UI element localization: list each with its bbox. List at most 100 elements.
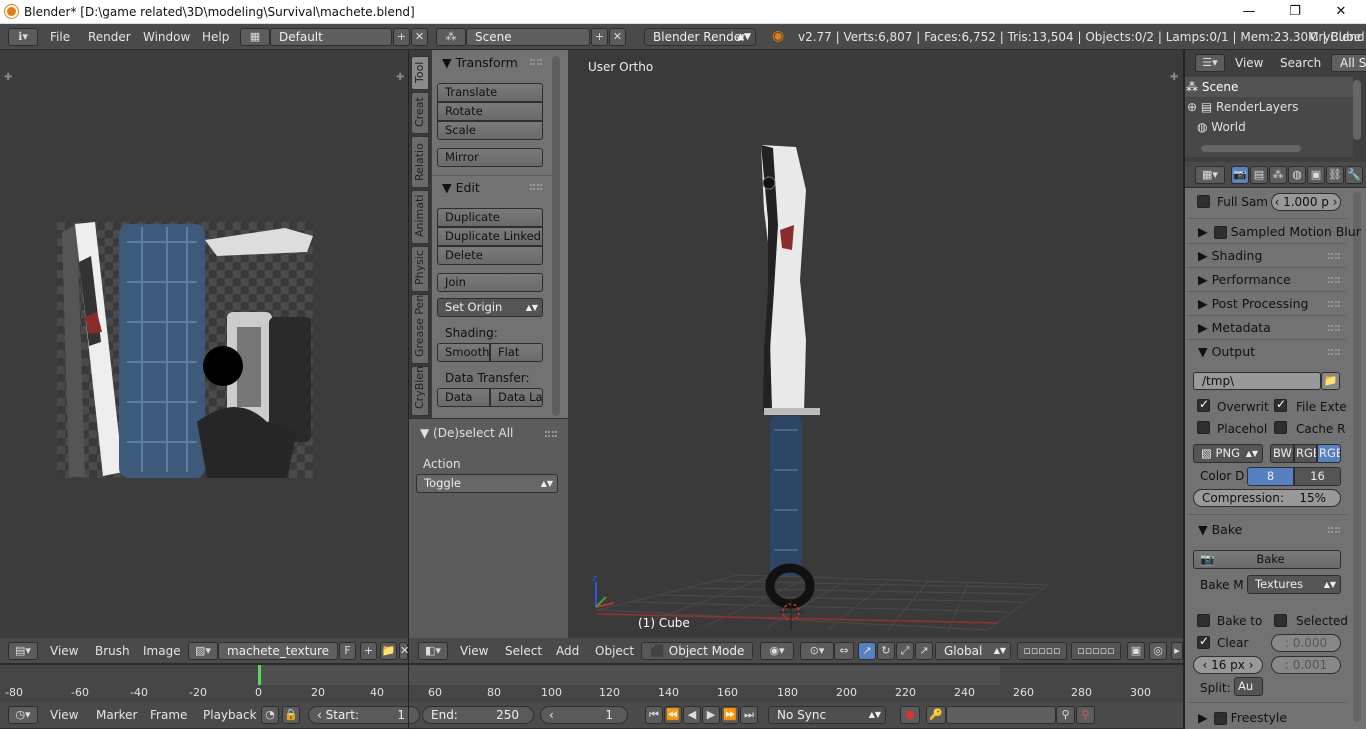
image-menu-view[interactable]: View: [50, 644, 78, 658]
drag-handle-icon[interactable]: [530, 184, 542, 190]
editor-type-outliner-icon[interactable]: ☰▾: [1195, 54, 1225, 72]
play-icon[interactable]: ▶: [702, 706, 720, 724]
image-editor-area[interactable]: ✚ ✚: [0, 50, 408, 638]
shading-mode-icon[interactable]: ◉▾: [760, 642, 794, 660]
duplicate-linked-button[interactable]: Duplicate Linked: [437, 227, 543, 246]
drag-handle-icon[interactable]: [545, 431, 557, 437]
manipulator-toggle-icon[interactable]: ⇔: [834, 642, 854, 660]
smooth-button[interactable]: Smooth: [437, 343, 490, 362]
color-depth-16[interactable]: 16: [1294, 467, 1341, 486]
cache-result-checkbox[interactable]: [1274, 421, 1287, 434]
panel-freestyle[interactable]: ▶ Freestyle: [1198, 710, 1287, 725]
image-name-field[interactable]: machete_texture: [218, 642, 338, 660]
panel-sampled-motion-blur[interactable]: ▶ Sampled Motion Blur: [1198, 224, 1361, 239]
mode-dropdown[interactable]: ⬛ Object Mode: [641, 642, 753, 660]
editor-type-info-icon[interactable]: ℹ▾: [8, 28, 38, 46]
scene-icon[interactable]: ⁂: [436, 28, 466, 46]
end-frame-field[interactable]: End: 250: [422, 706, 534, 724]
viewport-menu-object[interactable]: Object: [595, 644, 634, 658]
tab-tool[interactable]: Tool: [411, 56, 429, 90]
open-image-icon[interactable]: 📁: [380, 642, 397, 660]
render-engine-dropdown[interactable]: Blender Render ▲▼: [644, 28, 756, 46]
layers-grid-icon[interactable]: ▫▫▫▫▫: [1017, 642, 1067, 660]
scale-manipulator-icon[interactable]: ⤢: [896, 642, 914, 660]
drag-handle-icon[interactable]: [1328, 325, 1340, 331]
bake-mode-dropdown[interactable]: Textures ▲▼: [1247, 575, 1341, 594]
bake-button[interactable]: 📷 Bake: [1193, 550, 1341, 569]
keying-set-field[interactable]: [946, 706, 1056, 724]
bias-field[interactable]: : 0.001: [1271, 656, 1341, 674]
toolshelf-scrollbar[interactable]: [552, 56, 560, 416]
insert-keyframe-icon[interactable]: ⚲: [1056, 706, 1075, 724]
orientation-dropdown[interactable]: Global ▲▼: [935, 642, 1011, 660]
render-layers-tab-icon[interactable]: ▤: [1250, 166, 1268, 184]
join-button[interactable]: Join: [437, 273, 543, 292]
data-transfer-button[interactable]: Data: [437, 388, 490, 407]
drag-handle-icon[interactable]: [1328, 277, 1340, 283]
area-separator[interactable]: [408, 50, 409, 729]
panel-bake[interactable]: ▼ Bake: [1198, 522, 1242, 537]
panel-edit-header[interactable]: ▼ Edit: [442, 180, 480, 195]
folder-icon[interactable]: 📁: [1321, 372, 1340, 390]
outliner-display-dropdown[interactable]: All Sc: [1331, 54, 1366, 72]
shutter-field[interactable]: ‹ 1.000 p ›: [1271, 193, 1341, 211]
new-image-icon[interactable]: +: [360, 642, 377, 660]
world-tab-icon[interactable]: ◍: [1288, 166, 1306, 184]
drag-handle-icon[interactable]: [1328, 349, 1340, 355]
distance-field[interactable]: : 0.000: [1271, 634, 1341, 652]
timeline-menu-frame[interactable]: Frame: [150, 708, 187, 722]
maximize-button[interactable]: ❐: [1272, 0, 1318, 24]
drag-handle-icon[interactable]: [1328, 301, 1340, 307]
panel-transform-header[interactable]: ▼ Transform: [442, 55, 518, 70]
render-tab-icon[interactable]: 📷: [1231, 166, 1249, 184]
output-path-field[interactable]: /tmp\: [1193, 372, 1321, 390]
file-format-dropdown[interactable]: ▧ PNG ▲▼: [1193, 444, 1263, 463]
tab-create[interactable]: Creat: [411, 92, 429, 134]
full-sample-checkbox[interactable]: [1197, 195, 1210, 208]
drag-handle-icon[interactable]: [530, 59, 542, 65]
scene-field[interactable]: Scene: [466, 28, 590, 46]
3d-viewport[interactable]: User Ortho ✚ z (1) Cube: [568, 50, 1183, 638]
outliner-menu-view[interactable]: View: [1235, 56, 1263, 70]
outliner-row[interactable]: ⁂ Scene: [1183, 77, 1353, 97]
panel-performance[interactable]: ▶ Performance: [1198, 272, 1291, 287]
menu-render[interactable]: Render: [88, 30, 131, 44]
prev-keyframe-icon[interactable]: ⏪: [664, 706, 682, 724]
timeline-menu-playback[interactable]: Playback: [203, 708, 257, 722]
color-mode-rgb[interactable]: RGB: [1294, 444, 1317, 463]
outliner-item-renderlayers[interactable]: ⊕ ▤ RenderLayers: [1187, 100, 1298, 114]
motion-blur-checkbox[interactable]: [1213, 226, 1227, 239]
menu-window[interactable]: Window: [143, 30, 190, 44]
tab-physics[interactable]: Physic: [411, 246, 429, 292]
editor-type-3d-icon[interactable]: ◧▾: [418, 642, 448, 660]
constraints-tab-icon[interactable]: ⛓: [1326, 166, 1344, 184]
minimize-button[interactable]: —: [1226, 0, 1272, 24]
next-keyframe-icon[interactable]: ⏩: [721, 706, 739, 724]
pivot-point-icon[interactable]: ⊙▾: [800, 642, 834, 660]
outliner-vscrollbar[interactable]: [1353, 80, 1361, 140]
add-screen-icon[interactable]: +: [393, 28, 410, 46]
tab-animation[interactable]: Animati: [411, 190, 429, 244]
viewport-menu-select[interactable]: Select: [505, 644, 542, 658]
rotate-manipulator-icon[interactable]: ↻: [877, 642, 895, 660]
outliner-menu-search[interactable]: Search: [1280, 56, 1321, 70]
editor-type-properties-icon[interactable]: ▦▾: [1195, 166, 1225, 184]
color-depth-8[interactable]: 8: [1247, 467, 1294, 486]
current-frame-field[interactable]: ‹ 1: [540, 706, 628, 724]
panel-post-processing[interactable]: ▶ Post Processing: [1198, 296, 1308, 311]
outliner-scrollbar[interactable]: [1201, 145, 1301, 152]
timeline-menu-marker[interactable]: Marker: [96, 708, 137, 722]
translate-manipulator-icon[interactable]: ↗: [858, 642, 876, 660]
tab-relations[interactable]: Relatio: [411, 136, 429, 188]
color-mode-bw[interactable]: BW: [1270, 444, 1294, 463]
jump-start-icon[interactable]: ⏮: [645, 706, 663, 724]
start-frame-field[interactable]: ‹ Start: 1: [308, 706, 420, 724]
timeline-area[interactable]: [0, 664, 1183, 702]
selected-to-active-checkbox[interactable]: [1274, 614, 1287, 627]
preview-range-icon[interactable]: ◔: [261, 706, 279, 724]
corner-widget-icon[interactable]: ✚: [4, 72, 12, 83]
viewport-menu-view[interactable]: View: [460, 644, 488, 658]
image-browse-icon[interactable]: ▧▾: [188, 642, 218, 660]
compression-slider[interactable]: Compression: 15%: [1193, 489, 1341, 507]
keying-set-icon[interactable]: 🔑: [926, 706, 946, 724]
